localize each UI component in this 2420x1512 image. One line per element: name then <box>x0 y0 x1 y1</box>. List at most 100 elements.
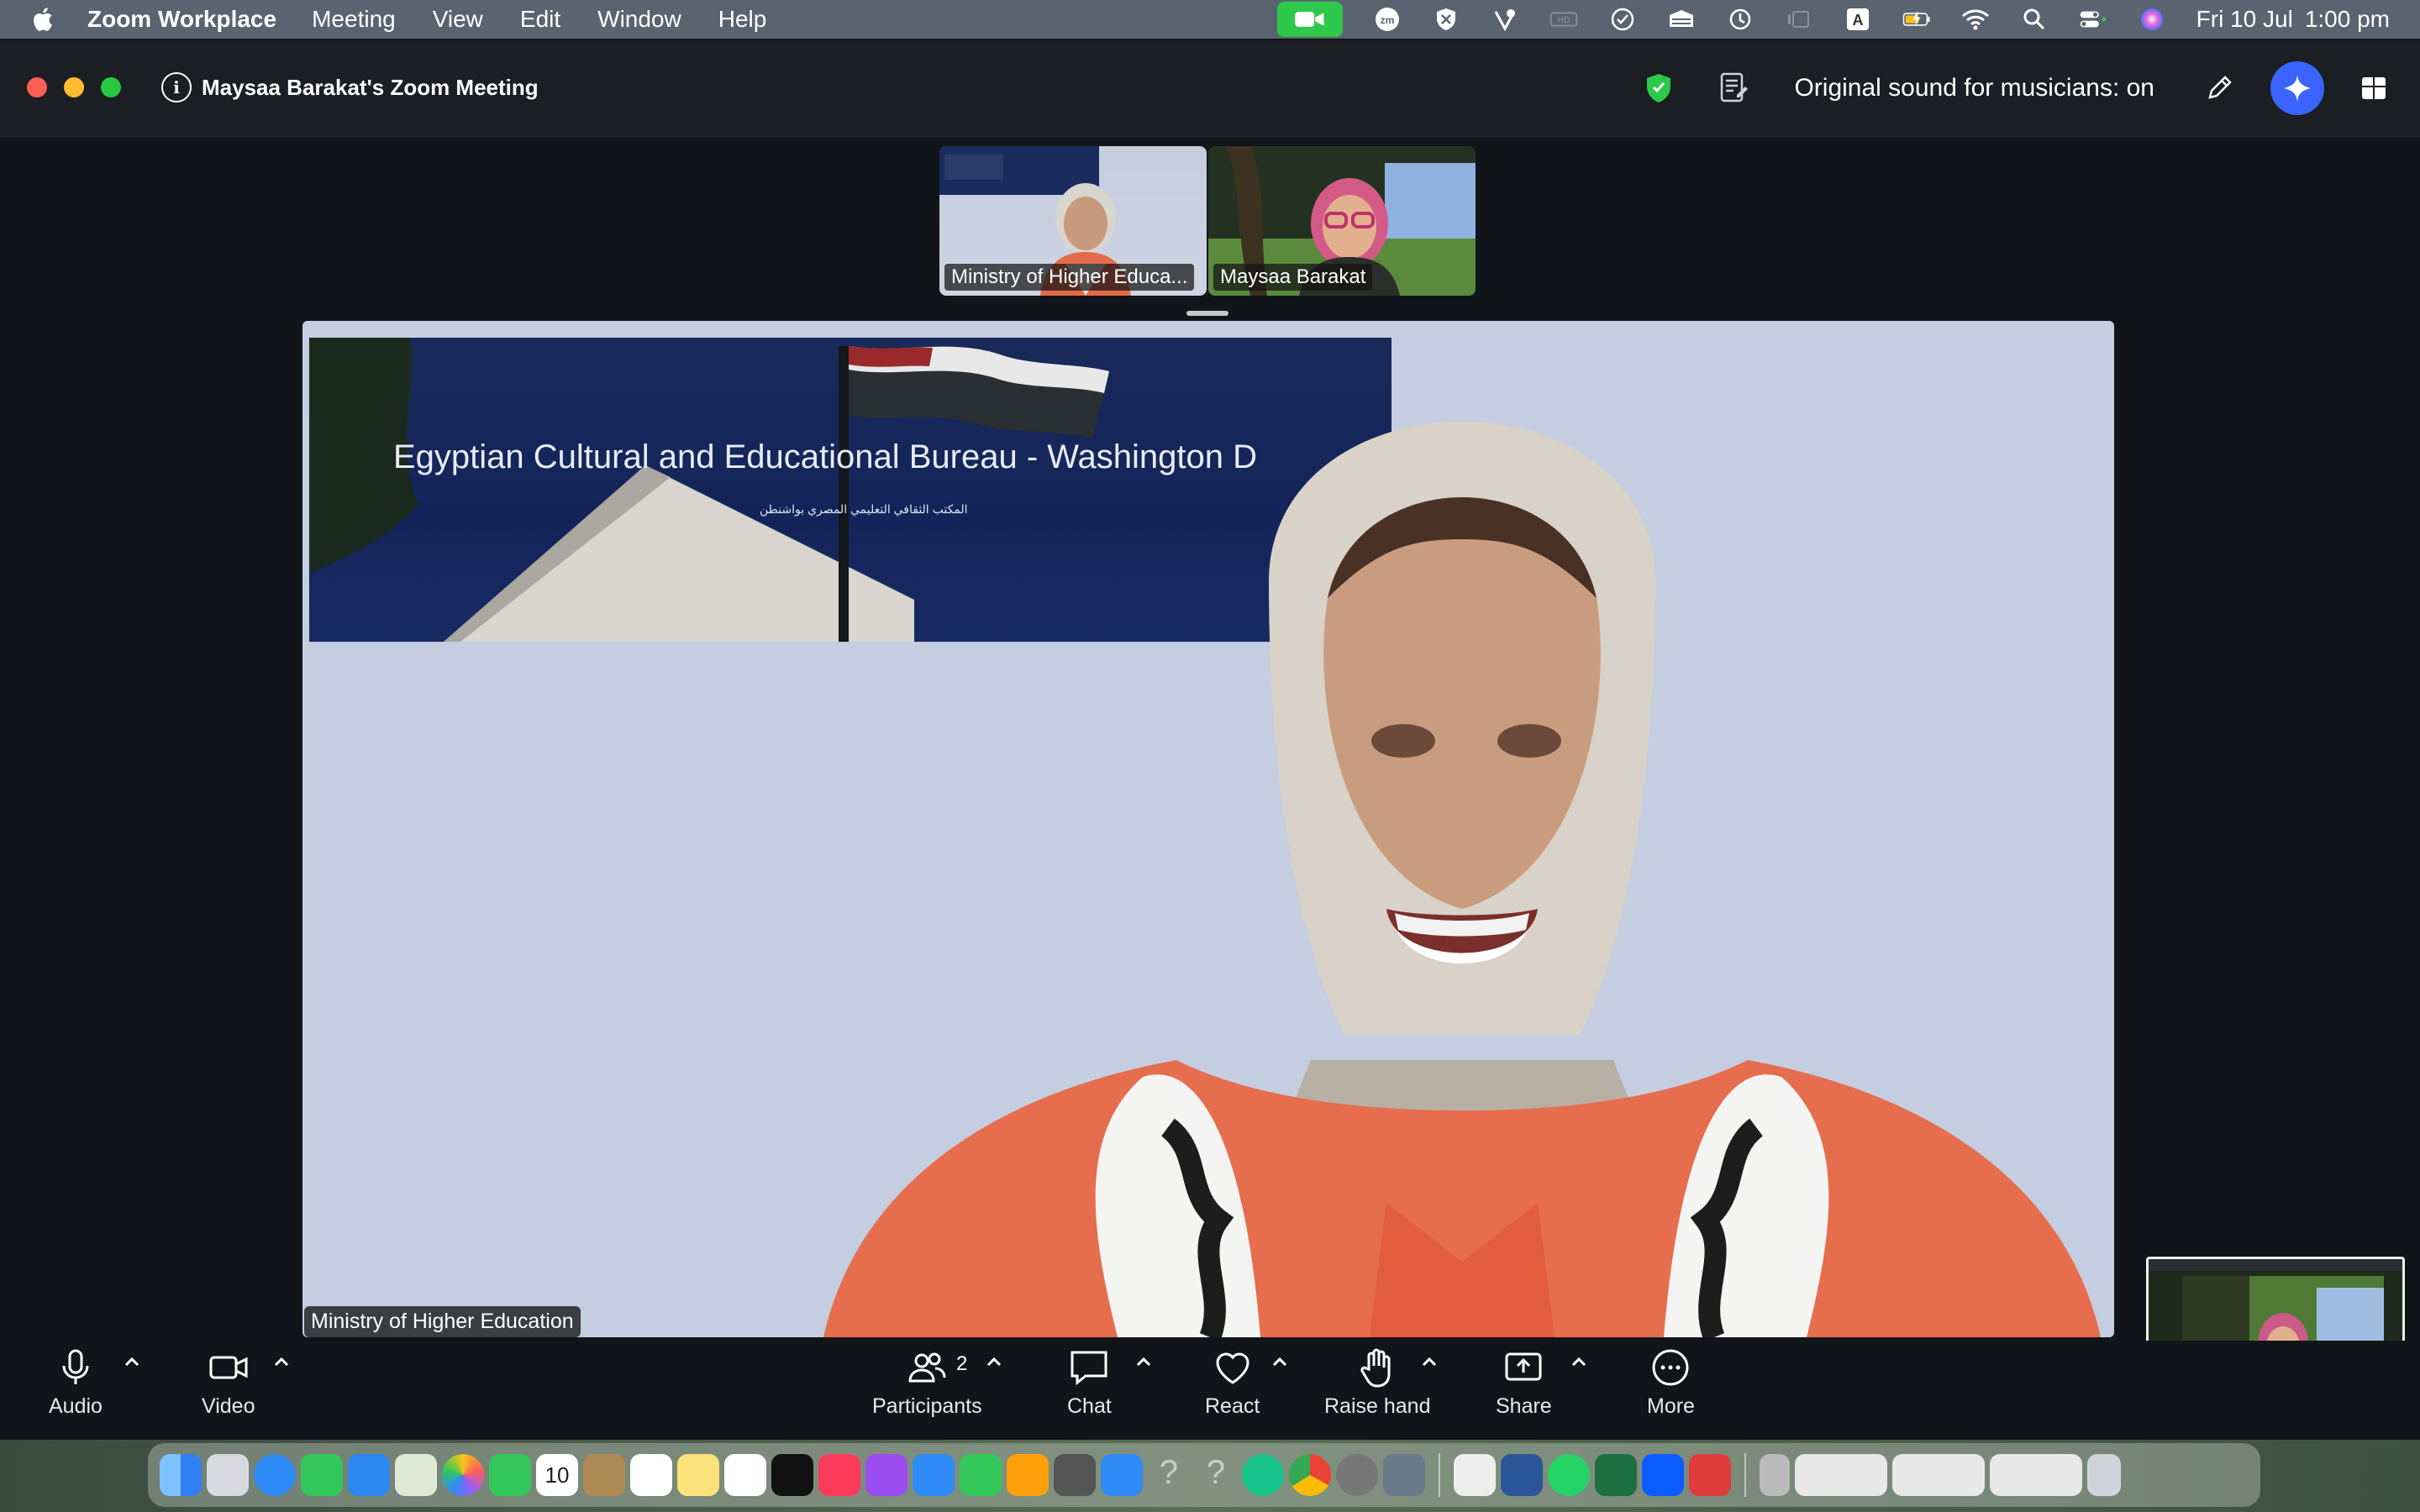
vpn-status-icon[interactable] <box>1491 7 1519 32</box>
zoom-icon[interactable] <box>1642 1454 1684 1496</box>
unknown-app-icon[interactable]: ? <box>1195 1454 1237 1496</box>
preview-icon[interactable] <box>1383 1454 1425 1496</box>
word-icon[interactable] <box>1501 1454 1543 1496</box>
notes-app-icon[interactable] <box>677 1454 719 1496</box>
spotlight-search-icon[interactable] <box>2020 7 2049 32</box>
video-button[interactable]: Video <box>202 1347 255 1419</box>
ai-companion-button[interactable] <box>2270 61 2324 115</box>
participant-thumbnail[interactable]: Ministry of Higher Educa... <box>939 146 1207 296</box>
menu-meeting[interactable]: Meeting <box>312 6 396 33</box>
pages-icon[interactable] <box>1007 1454 1049 1496</box>
speaker-name-label: Ministry of Higher Education <box>304 1306 581 1337</box>
numbers-icon[interactable] <box>960 1454 1002 1496</box>
keynote-icon[interactable] <box>913 1454 955 1496</box>
stage-manager-icon[interactable] <box>1785 7 1813 32</box>
share-options-chevron-icon[interactable] <box>1570 1352 1588 1371</box>
chrome-icon[interactable] <box>1289 1454 1331 1496</box>
unknown-app-icon[interactable]: ? <box>1148 1454 1190 1496</box>
react-options-chevron-icon[interactable] <box>1270 1352 1289 1371</box>
keyboard-status-icon[interactable] <box>1667 7 1696 32</box>
whatsapp-icon[interactable] <box>1548 1454 1590 1496</box>
app-name-menu[interactable]: Zoom Workplace <box>87 6 276 33</box>
notes-icon[interactable] <box>1718 71 1749 105</box>
more-button[interactable]: More <box>1647 1347 1695 1419</box>
control-center-icon[interactable] <box>2079 7 2107 32</box>
encryption-shield-icon[interactable] <box>1644 72 1673 104</box>
participants-label: Participants <box>872 1394 982 1418</box>
apple-tv-icon[interactable] <box>771 1454 813 1496</box>
dock: 10 ? ? <box>148 1443 2260 1507</box>
security-status-icon[interactable] <box>1432 7 1460 32</box>
raise-hand-icon <box>1360 1348 1391 1388</box>
minimize-window-button[interactable] <box>64 77 84 97</box>
meeting-info[interactable]: i Maysaa Barakat's Zoom Meeting <box>161 72 539 102</box>
audio-button[interactable]: Audio <box>49 1347 103 1419</box>
video-options-chevron-icon[interactable] <box>272 1352 291 1371</box>
launchpad-icon[interactable] <box>207 1454 249 1496</box>
freeform-icon[interactable] <box>724 1454 766 1496</box>
photos-icon[interactable] <box>442 1454 484 1496</box>
battery-icon[interactable] <box>1902 7 1931 32</box>
participant-thumbnail-strip: Ministry of Higher Educa... Maysaa Barak… <box>939 146 1477 296</box>
reminders-icon[interactable] <box>630 1454 672 1496</box>
raise-hand-options-chevron-icon[interactable] <box>1420 1352 1439 1371</box>
share-button[interactable]: Share <box>1496 1347 1552 1419</box>
maps-icon[interactable] <box>395 1454 437 1496</box>
menu-view[interactable]: View <box>433 6 483 33</box>
contacts-icon[interactable] <box>583 1454 625 1496</box>
menu-help[interactable]: Help <box>718 6 767 33</box>
more-label: More <box>1647 1394 1695 1418</box>
system-settings-icon[interactable] <box>1336 1454 1378 1496</box>
music-icon[interactable] <box>818 1454 860 1496</box>
share-label: Share <box>1496 1394 1552 1418</box>
view-layout-icon[interactable] <box>2360 74 2388 102</box>
menu-window[interactable]: Window <box>597 6 681 33</box>
thumbnail-resize-handle[interactable] <box>1186 311 1228 316</box>
mail-icon[interactable] <box>348 1454 390 1496</box>
raise-hand-button[interactable]: Raise hand <box>1324 1347 1430 1419</box>
podcasts-icon[interactable] <box>865 1454 908 1496</box>
finder-icon[interactable] <box>160 1454 202 1496</box>
calendar-icon[interactable]: 10 <box>536 1454 578 1496</box>
apple-icon[interactable] <box>30 6 54 33</box>
clock-date[interactable]: Fri 10 Jul <box>2196 6 2293 33</box>
calculator-icon[interactable] <box>1054 1454 1096 1496</box>
participants-options-chevron-icon[interactable] <box>985 1352 1003 1371</box>
clock-time[interactable]: 1:00 pm <box>2305 6 2390 33</box>
time-machine-icon[interactable] <box>1726 7 1754 32</box>
chat-options-chevron-icon[interactable] <box>1134 1352 1153 1371</box>
close-window-button[interactable] <box>27 77 47 97</box>
textedit-icon[interactable] <box>1454 1454 1496 1496</box>
fullscreen-window-button[interactable] <box>101 77 121 97</box>
participant-thumbnail[interactable]: Maysaa Barakat <box>1208 146 1476 296</box>
wifi-icon[interactable] <box>1961 7 1990 32</box>
annotate-pen-icon[interactable] <box>2205 74 2233 102</box>
document-stack-icon[interactable] <box>1760 1454 1790 1496</box>
chat-button[interactable]: Chat <box>1067 1347 1112 1419</box>
facetime-icon[interactable] <box>489 1454 531 1496</box>
chat-bubble-icon <box>1071 1351 1107 1386</box>
minimized-window-thumbnail[interactable] <box>1990 1454 2082 1496</box>
minimized-window-thumbnail[interactable] <box>1795 1454 1887 1496</box>
original-sound-status[interactable]: Original sound for musicians: on <box>1794 74 2154 102</box>
trash-icon[interactable] <box>2087 1454 2121 1496</box>
zoom-camera-status-icon[interactable] <box>1276 2 1343 37</box>
acrobat-icon[interactable] <box>1689 1454 1731 1496</box>
info-icon[interactable]: i <box>161 72 192 102</box>
hd-status-icon[interactable]: HD <box>1549 7 1578 32</box>
excel-icon[interactable] <box>1595 1454 1637 1496</box>
zoom-menu-icon[interactable]: zm <box>1373 7 1402 32</box>
safari-icon[interactable] <box>254 1454 296 1496</box>
react-button[interactable]: React <box>1205 1347 1260 1419</box>
menu-edit[interactable]: Edit <box>520 6 560 33</box>
messages-icon[interactable] <box>301 1454 343 1496</box>
siri-icon[interactable] <box>2138 7 2166 32</box>
grammarly-icon[interactable] <box>1242 1454 1284 1496</box>
audio-options-chevron-icon[interactable] <box>123 1352 141 1371</box>
minimized-window-thumbnail[interactable] <box>1892 1454 1985 1496</box>
app-store-icon[interactable] <box>1101 1454 1143 1496</box>
task-check-icon[interactable] <box>1608 7 1637 32</box>
sparkle-icon <box>2284 75 2311 102</box>
active-speaker-video[interactable]: Egyptian Cultural and Educational Bureau… <box>302 321 2114 1337</box>
input-source-icon[interactable]: A <box>1844 7 1872 32</box>
